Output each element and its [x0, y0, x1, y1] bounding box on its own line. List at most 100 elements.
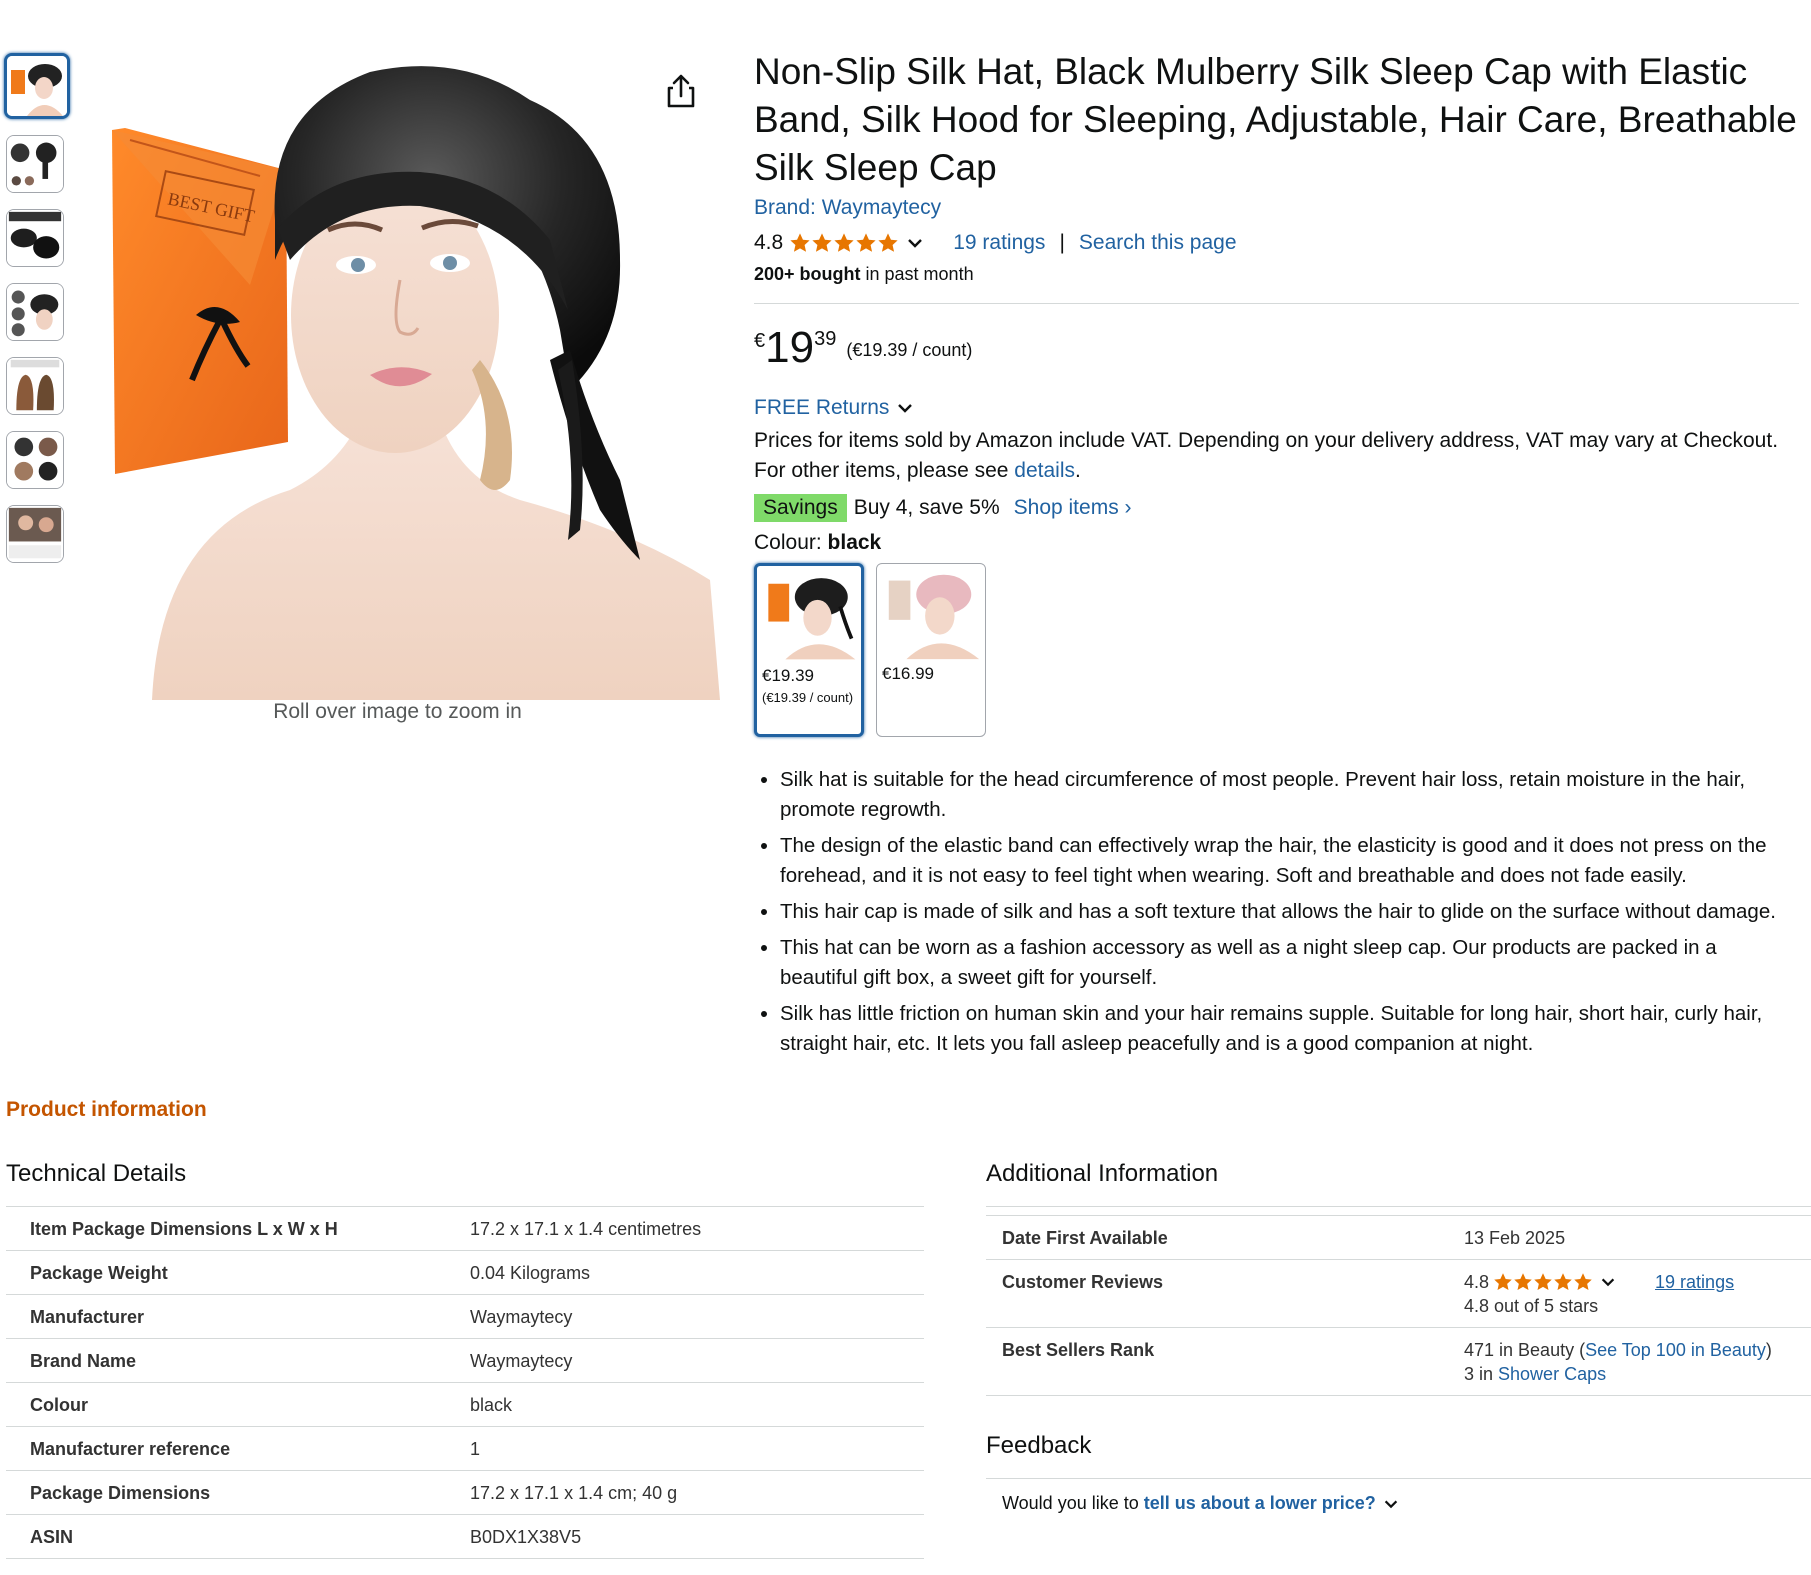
table-row: Item Package Dimensions L x W x H 17.2 x …	[6, 1206, 924, 1251]
savings-badge: Savings	[754, 494, 847, 522]
feature-bullet: Silk has little friction on human skin a…	[780, 999, 1799, 1059]
main-product-image[interactable]: BEST GIFT	[100, 60, 720, 700]
star-icon	[1534, 1273, 1552, 1290]
product-title: Non-Slip Silk Hat, Black Mulberry Silk S…	[754, 51, 1797, 188]
table-row: ASIN B0DX1X38V5	[6, 1514, 924, 1559]
table-row: Manufacturer Waymaytecy	[6, 1294, 924, 1339]
table-row: Package Dimensions 17.2 x 17.1 x 1.4 cm; …	[6, 1470, 924, 1515]
share-icon[interactable]	[664, 72, 698, 110]
thumbnail-image	[7, 284, 63, 340]
thumbnail[interactable]	[6, 431, 64, 489]
divider	[754, 303, 1799, 304]
savings-text: Buy 4, save 5%	[853, 496, 1000, 519]
additional-information-heading: Additional Information	[986, 1160, 1219, 1187]
date-first-available: 13 Feb 2025	[1464, 1215, 1811, 1260]
star-icon	[856, 233, 876, 252]
separator: |	[1059, 231, 1065, 254]
best-sellers-rank-beauty: 471 in Beauty (See Top 100 in Beauty)	[1464, 1340, 1772, 1360]
thumbnail-image	[7, 56, 67, 116]
zoom-hint: Roll over image to zoom in	[273, 700, 522, 723]
ratings-count-link[interactable]: 19 ratings	[953, 231, 1045, 255]
chevron-down-icon[interactable]	[1599, 1273, 1617, 1291]
chevron-down-icon[interactable]	[895, 398, 915, 418]
swatch-unit-price: (€19.39 / count)	[762, 690, 854, 705]
table-row: Package Weight 0.04 Kilograms	[6, 1250, 924, 1295]
swatch-black[interactable]: €19.39 (€19.39 / count)	[754, 563, 864, 737]
technical-details: Technical Details Item Package Dimension…	[6, 1160, 924, 1559]
table-row: Customer Reviews 4.8 19 ratings 4.8 out …	[986, 1259, 1811, 1328]
colour-row: Colour: black	[754, 531, 882, 554]
star-icon	[790, 233, 810, 252]
table-row: Brand Name Waymaytecy	[6, 1338, 924, 1383]
feedback-prompt: Would you like to	[1002, 1493, 1139, 1513]
feedback-row: Would you like to tell us about a lower …	[986, 1478, 1811, 1514]
price-per-unit: (€19.39 / count)	[846, 340, 973, 360]
table-row: Colour black	[6, 1382, 924, 1427]
thumbnail-image	[7, 432, 63, 488]
shop-items-link[interactable]: Shop items ›	[1014, 496, 1132, 520]
thumbnail[interactable]	[4, 53, 70, 119]
price-fraction: 39	[814, 328, 837, 350]
colour-swatches: €19.39 (€19.39 / count) €16.99	[754, 563, 1799, 737]
swatch-image	[877, 564, 985, 660]
shower-caps-link[interactable]: Shower Caps	[1498, 1364, 1606, 1384]
savings-row: Savings Buy 4, save 5% Shop items ›	[754, 494, 1799, 522]
table-row: Date First Available 13 Feb 2025	[986, 1215, 1811, 1260]
best-sellers-rank-shower-caps: 3 in Shower Caps	[1464, 1364, 1607, 1384]
rating-stars[interactable]	[1493, 1272, 1593, 1292]
star-icon	[834, 233, 854, 252]
brand-link[interactable]: Brand: Waymaytecy	[754, 196, 941, 219]
details-link[interactable]: details	[1014, 459, 1075, 482]
thumbnail[interactable]	[6, 135, 64, 193]
chevron-down-icon[interactable]	[905, 233, 925, 253]
free-returns[interactable]: FREE Returns	[754, 396, 1799, 420]
selected-colour: black	[827, 531, 882, 554]
chevron-down-icon[interactable]	[1382, 1495, 1400, 1513]
feature-bullet: The design of the elastic band can effec…	[780, 831, 1799, 891]
reviews-out-of: 4.8 out of 5 stars	[1464, 1296, 1599, 1316]
swatch-price: €19.39	[762, 666, 814, 685]
vat-notice: Prices for items sold by Amazon include …	[754, 429, 1779, 482]
additional-information: Additional Information Date First Availa…	[986, 1160, 1811, 1514]
rating-row: 4.8 19 ratings | Search this page	[754, 228, 1799, 258]
thumbnail[interactable]	[6, 283, 64, 341]
bought-in-past-month: 200+ bought in past month	[754, 264, 974, 284]
star-icon	[1514, 1273, 1532, 1290]
divider	[986, 1206, 1811, 1207]
price-whole: 19	[765, 323, 815, 372]
top-100-beauty-link[interactable]: See Top 100 in Beauty	[1585, 1340, 1766, 1360]
thumbnail-image	[7, 136, 63, 192]
technical-details-table: Item Package Dimensions L x W x H 17.2 x …	[6, 1206, 924, 1559]
feature-bullets: Silk hat is suitable for the head circum…	[754, 765, 1799, 1059]
star-icon	[1574, 1273, 1592, 1290]
thumbnail[interactable]	[6, 505, 64, 563]
thumbnail[interactable]	[6, 209, 64, 267]
table-row: Best Sellers Rank 471 in Beauty (See Top…	[986, 1327, 1811, 1396]
free-returns-link[interactable]: FREE Returns	[754, 396, 889, 420]
feedback-heading: Feedback	[986, 1432, 1092, 1459]
feature-bullet: This hat can be worn as a fashion access…	[780, 933, 1799, 993]
rating-value: 4.8	[754, 231, 784, 254]
swatch-pink[interactable]: €16.99	[876, 563, 986, 737]
star-icon	[812, 233, 832, 252]
thumbnail-image	[7, 506, 63, 562]
star-icon	[1494, 1273, 1512, 1290]
feature-bullet: This hair cap is made of silk and has a …	[780, 897, 1799, 927]
thumbnail-image	[7, 358, 63, 414]
search-this-page-link[interactable]: Search this page	[1079, 231, 1237, 255]
swatch-image	[757, 568, 861, 660]
ratings-count-link[interactable]: 19 ratings	[1655, 1270, 1734, 1294]
table-row: Manufacturer reference 1	[6, 1426, 924, 1471]
thumbnail[interactable]	[6, 357, 64, 415]
star-icon	[1554, 1273, 1572, 1290]
additional-information-table: Date First Available 13 Feb 2025 Custome…	[986, 1215, 1811, 1396]
product-info: Non-Slip Silk Hat, Black Mulberry Silk S…	[754, 48, 1799, 1065]
star-icon	[878, 233, 898, 252]
swatch-price: €16.99	[882, 664, 934, 683]
price: € 19 39 (€19.39 / count)	[754, 326, 1799, 374]
rating-stars[interactable]	[789, 232, 899, 254]
thumbnail-list	[4, 53, 72, 579]
lower-price-link[interactable]: tell us about a lower price?	[1144, 1493, 1376, 1514]
reviews-value: 4.8	[1464, 1272, 1490, 1292]
product-image: BEST GIFT	[112, 66, 720, 700]
